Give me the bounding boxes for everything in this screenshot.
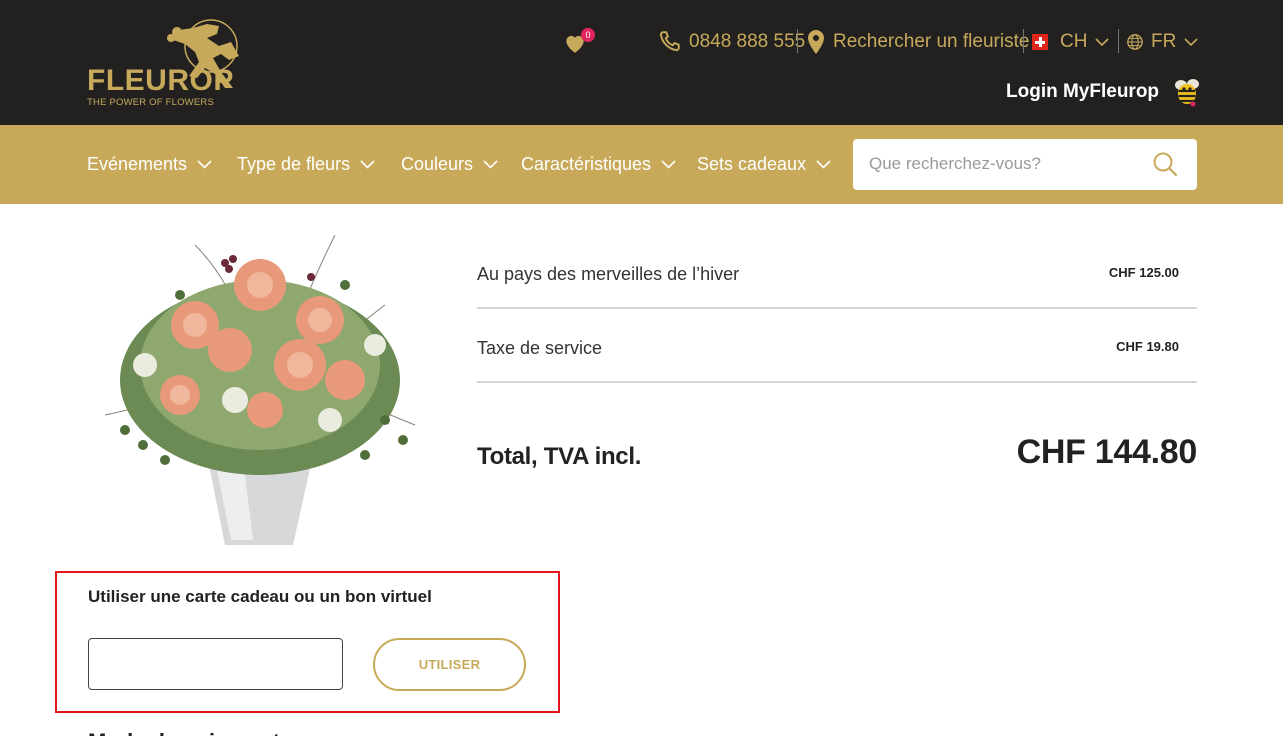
product-price: CHF 125.00: [1108, 265, 1179, 280]
payment-method-heading: Mode de paiement: [88, 726, 280, 736]
nav-item-label: Type de fleurs: [237, 153, 351, 174]
find-florist-label: Rechercher un fleuriste: [833, 31, 1030, 52]
nav-item-sets-cadeaux[interactable]: Sets cadeaux: [697, 150, 831, 178]
product-image: [104, 234, 416, 545]
nav-item-label: Sets cadeaux: [697, 153, 807, 174]
header-divider: [1023, 29, 1024, 53]
gift-card-title: Utiliser une carte cadeau ou un bon virt…: [88, 587, 432, 606]
login-link[interactable]: Login MyFleurop: [1006, 77, 1203, 107]
chevron-down-icon: [197, 159, 212, 169]
header-divider: [797, 29, 798, 53]
summary-divider: [477, 381, 1197, 383]
find-florist-link[interactable]: Rechercher un fleuriste: [806, 28, 1029, 56]
header-divider: [1118, 29, 1119, 53]
nav-item-type-de-fleurs[interactable]: Type de fleurs: [237, 150, 375, 178]
phone-number: 0848 888 555: [689, 31, 806, 52]
nav-item-evenements[interactable]: Evénements: [87, 150, 212, 178]
product-name: Au pays des merveilles de l’hiver: [477, 264, 740, 284]
gift-card-section: Utiliser une carte cadeau ou un bon virt…: [55, 571, 560, 713]
country-code: CH: [1060, 31, 1088, 52]
chevron-down-icon: [816, 159, 831, 169]
top-header: FLEUROP THE POWER OF FLOWERS 0 0848 888 …: [0, 0, 1283, 125]
wishlist-count-badge: 0: [581, 28, 595, 42]
gift-card-code-input[interactable]: [88, 638, 343, 690]
language-code: FR: [1151, 31, 1177, 52]
chevron-down-icon: [483, 159, 498, 169]
language-selector[interactable]: FR: [1126, 28, 1205, 56]
nav-item-caracteristiques[interactable]: Caractéristiques: [521, 150, 676, 178]
summary-divider: [477, 307, 1197, 309]
login-label: Login MyFleurop: [1006, 81, 1160, 102]
wishlist-button[interactable]: 0: [562, 28, 595, 58]
chevron-down-icon: [1184, 37, 1198, 46]
service-fee-price: CHF 19.80: [1116, 339, 1179, 354]
summary-line-service-fee: Taxe de service CHF 19.80: [477, 336, 1197, 366]
main-navigation: Evénements Type de fleurs Couleurs Carac…: [0, 125, 1283, 204]
search-input[interactable]: [869, 151, 1139, 177]
country-selector[interactable]: CH: [1032, 28, 1116, 56]
summary-line-product: Au pays des merveilles de l’hiver CHF 12…: [477, 262, 1197, 292]
nav-item-couleurs[interactable]: Couleurs: [401, 150, 498, 178]
total-label: Total, TVA incl.: [477, 443, 642, 470]
brand-name: FLEUROP: [87, 64, 234, 97]
search-box: [853, 139, 1197, 190]
nav-item-label: Caractéristiques: [521, 153, 652, 174]
chevron-down-icon: [360, 159, 375, 169]
globe-icon: [1127, 34, 1143, 50]
search-icon[interactable]: [1152, 151, 1178, 177]
brand-tagline: THE POWER OF FLOWERS: [87, 97, 214, 108]
phone-icon: [659, 31, 680, 52]
phone-link[interactable]: 0848 888 555: [656, 28, 805, 56]
nav-item-label: Couleurs: [401, 153, 474, 174]
chevron-down-icon: [661, 159, 676, 169]
map-pin-icon: [808, 30, 824, 54]
service-fee-label: Taxe de service: [477, 338, 603, 358]
nav-item-label: Evénements: [87, 153, 188, 174]
total-value: CHF 144.80: [1016, 433, 1198, 471]
fleurop-logo[interactable]: FLEUROP THE POWER OF FLOWERS: [87, 16, 257, 111]
bee-mascot-icon: [1175, 79, 1200, 107]
chevron-down-icon: [1095, 37, 1110, 46]
apply-gift-card-button[interactable]: UTILISER: [373, 638, 526, 691]
swiss-flag-icon: [1032, 34, 1048, 50]
